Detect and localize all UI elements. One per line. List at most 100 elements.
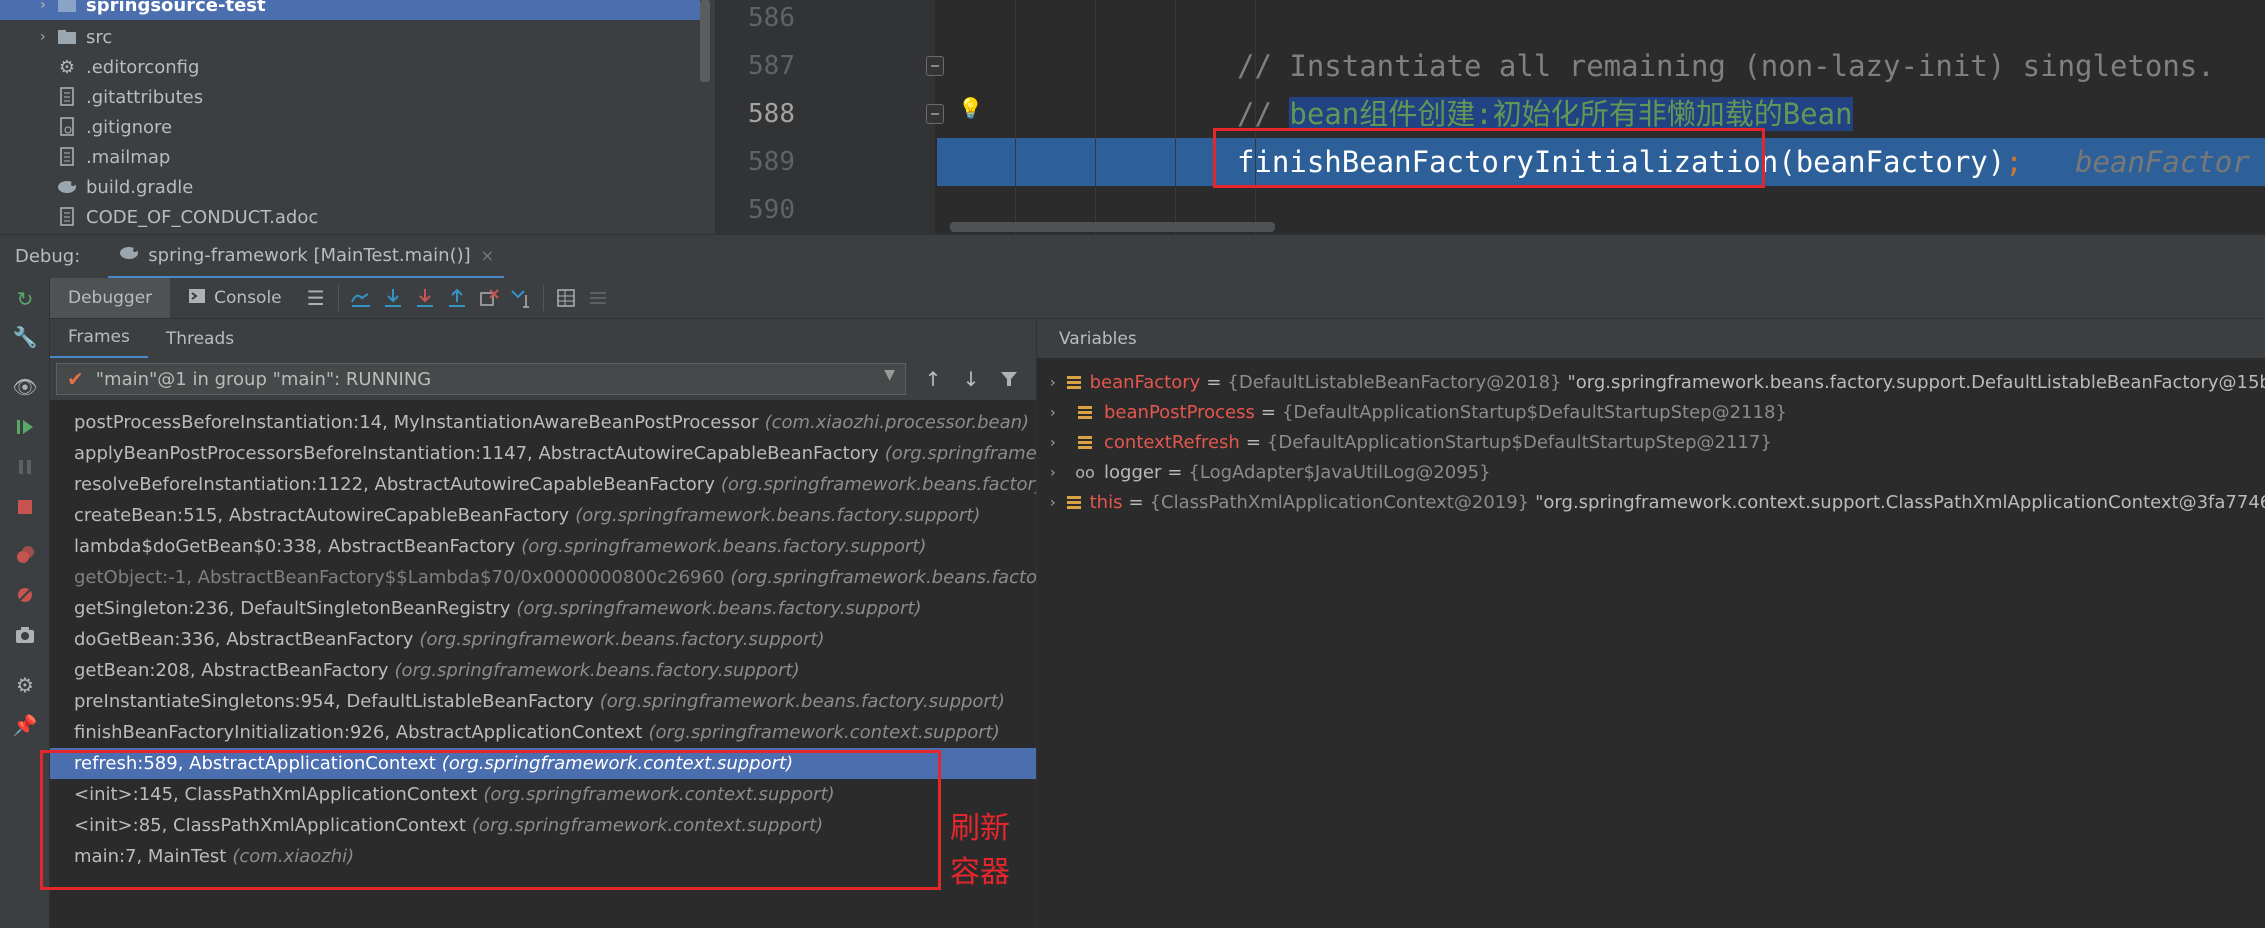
variable-row[interactable]: › oo logger = {LogAdapter$JavaUtilLog@20… [1037,458,2265,488]
tree-item-label: springsource-test [86,0,266,16]
stack-frame[interactable]: createBean:515, AbstractAutowireCapableB… [50,500,1036,531]
debug-session-tab[interactable]: spring-framework [MainTest.main()] × [108,235,505,279]
tree-item-label: .gitignore [86,116,173,138]
annotation-text: 刷新容器 [950,811,1010,890]
stack-frame[interactable]: lambda$doGetBean$0:338, AbstractBeanFact… [50,531,1036,562]
chevron-right-icon[interactable]: › [1050,488,1056,518]
variable-row[interactable]: › this = {ClassPathXmlApplicationContext… [1037,488,2265,518]
editor-horizontal-scrollbar[interactable] [950,222,1275,232]
chevron-right-icon[interactable]: › [1050,398,1064,428]
tree-item-label: .mailmap [86,146,171,168]
stack-frame[interactable]: resolveBeforeInstantiation:1122, Abstrac… [50,469,1036,500]
tree-item-label: CODE_OF_CONDUCT.adoc [86,206,319,228]
chevron-right-icon[interactable]: › [40,29,56,45]
stop-icon[interactable] [12,494,38,520]
line-number: 589 [748,147,795,177]
thread-bar: ✔ "main"@1 in group "main": RUNNING ▼ ↑ … [50,358,1036,400]
chevron-right-icon[interactable]: › [1050,368,1056,398]
chevron-right-icon[interactable]: › [1050,458,1064,488]
settings-gear-icon[interactable]: ⚙ [12,672,38,698]
code-comment-line: // Instantiate all remaining (non-lazy-i… [1237,49,2215,83]
stack-frame[interactable]: preInstantiateSingletons:954, DefaultLis… [50,686,1036,717]
git-file-icon [56,117,78,137]
layout-menu-icon[interactable]: ☰ [300,282,332,314]
tab-debugger[interactable]: Debugger [50,278,171,318]
stack-frame[interactable]: getSingleton:236, DefaultSingletonBeanRe… [50,593,1036,624]
pin-icon[interactable]: 📌 [12,712,38,738]
view-breakpoints-icon[interactable] [12,542,38,568]
tree-item-gitignore[interactable]: .gitignore [0,112,700,142]
tab-frames[interactable]: Frames [50,319,148,359]
tree-item-gitattributes[interactable]: .gitattributes [0,82,700,112]
mute-breakpoints-icon[interactable] [12,582,38,608]
show-execution-point-icon[interactable] [345,282,377,314]
fold-marker-icon[interactable] [926,56,944,76]
thread-selector[interactable]: ✔ "main"@1 in group "main": RUNNING ▼ [56,363,906,395]
tab-console[interactable]: Console [170,278,300,318]
debugger-toolbar: Debugger Console ☰ [50,278,2265,318]
tree-item-label: .editorconfig [86,56,200,78]
chevron-right-icon[interactable]: › [40,0,56,13]
tree-item-mailmap[interactable]: .mailmap [0,142,700,172]
tab-threads[interactable]: Threads [148,319,252,359]
checkmark-icon: ✔ [67,367,84,391]
field-icon [1074,405,1096,421]
variable-row[interactable]: › beanPostProcess = {DefaultApplicationS… [1037,398,2265,428]
filter-icon[interactable] [996,366,1022,392]
tree-item-src[interactable]: › src [0,22,700,52]
tree-item-code-of-conduct[interactable]: CODE_OF_CONDUCT.adoc [0,202,700,232]
rerun-icon[interactable]: ↻ [12,286,38,312]
file-icon [56,207,78,227]
lightbulb-icon[interactable]: 💡 [958,96,983,120]
pause-icon[interactable] [12,454,38,480]
arrow-down-icon[interactable]: ↓ [958,366,984,392]
gear-icon: ⚙ [58,56,76,78]
tree-scrollbar[interactable] [700,0,710,82]
step-over-icon[interactable] [377,282,409,314]
frames-tabs: Frames Threads [50,318,1036,359]
step-out-icon[interactable] [441,282,473,314]
eye-icon[interactable]: 👁 [12,374,38,400]
stack-frame[interactable]: applyBeanPostProcessorsBeforeInstantiati… [50,438,1036,469]
stack-frame[interactable]: doGetBean:336, AbstractBeanFactory (org.s… [50,624,1036,655]
resume-icon[interactable] [12,414,38,440]
tree-item-editorconfig[interactable]: ⚙ .editorconfig [0,52,700,82]
evaluate-expression-icon[interactable] [550,282,582,314]
line-number: 590 [748,195,795,225]
trace-current-stream-icon[interactable] [582,282,614,314]
close-icon[interactable]: × [481,246,494,265]
chevron-right-icon[interactable]: › [1050,428,1064,458]
folder-icon [56,29,78,45]
drop-frame-icon[interactable] [473,282,505,314]
variable-row[interactable]: › beanFactory = {DefaultListableBeanFact… [1037,368,2265,398]
thread-selector-value: "main"@1 in group "main": RUNNING [95,368,432,390]
debug-tool-window-header: Debug: spring-framework [MainTest.main()… [0,234,2265,279]
highlight-box [1213,128,1765,188]
run-to-cursor-icon[interactable] [505,282,537,314]
chevron-down-icon: ▼ [884,367,895,383]
gradle-elephant-icon [118,245,140,266]
step-into-icon[interactable] [409,282,441,314]
line-number: 588 [748,99,795,129]
module-folder-icon [56,0,78,13]
camera-icon[interactable] [12,622,38,648]
tree-item-label: build.gradle [86,176,194,198]
stack-frame[interactable]: finishBeanFactoryInitialization:926, Abs… [50,717,1036,748]
inline-value-hint: beanFactor [2075,145,2250,179]
tree-item-module[interactable]: › springsource-test [0,0,700,20]
stack-frame[interactable]: getBean:208, AbstractBeanFactory (org.spr… [50,655,1036,686]
tree-item-build-gradle[interactable]: build.gradle [0,172,700,202]
wrench-icon[interactable]: 🔧 [12,324,38,350]
code-editor[interactable]: 586 587 588 589 590 💡 // Instantiate all… [715,0,2265,234]
stack-frame[interactable]: getObject:-1, AbstractBeanFactory$$Lambd… [50,562,1036,593]
gradle-elephant-icon [56,179,78,195]
project-tree: › springsource-test › src ⚙ .editorconfi… [0,0,715,234]
session-tab-label: spring-framework [MainTest.main()] [148,244,471,266]
tree-item-label: src [86,26,113,48]
variable-row[interactable]: › contextRefresh = {DefaultApplicationSt… [1037,428,2265,458]
console-icon [188,288,206,309]
highlight-box [40,750,941,890]
fold-marker-icon[interactable] [926,104,944,124]
stack-frame[interactable]: postProcessBeforeInstantiation:14, MyIns… [50,407,1036,438]
arrow-up-icon[interactable]: ↑ [920,366,946,392]
